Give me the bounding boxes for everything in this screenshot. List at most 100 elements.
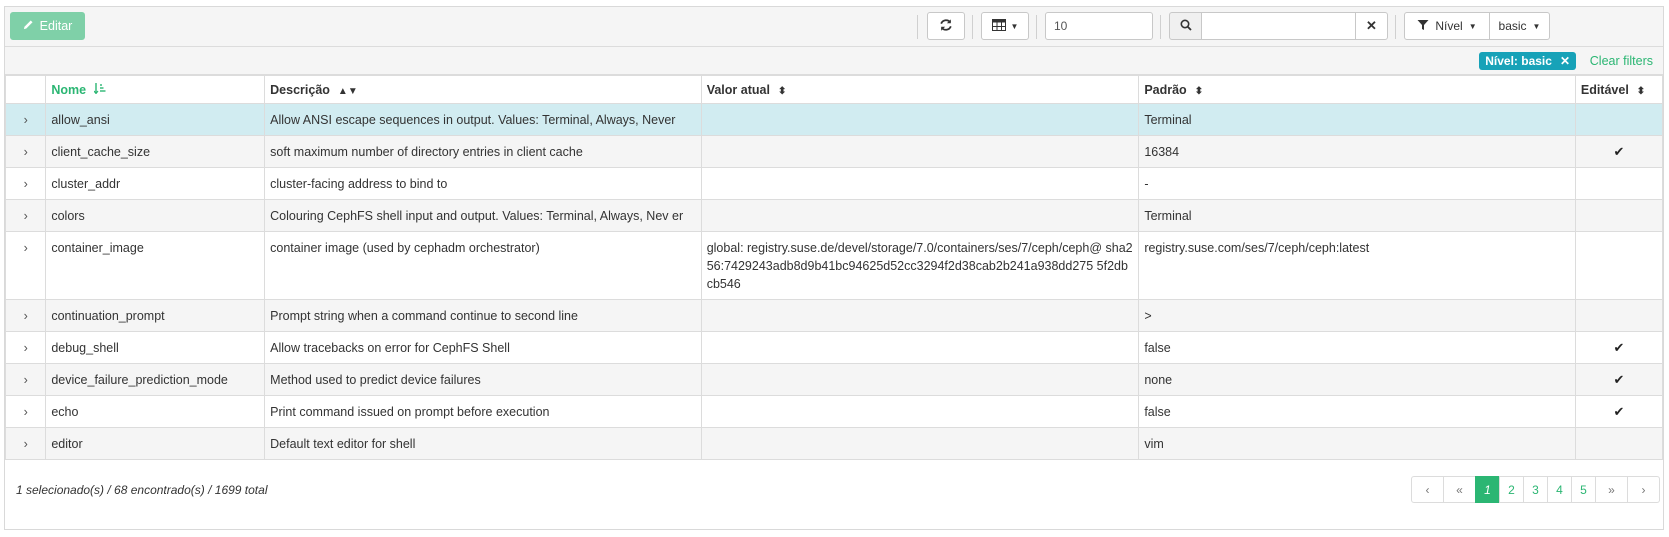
table-row[interactable]: › client_cache_size soft maximum number of…: [4, 135, 1664, 168]
clear-search-button[interactable]: ✕: [1355, 12, 1388, 40]
checkmark-icon: ✔: [1613, 340, 1625, 355]
sort-icon: ▲▼: [337, 85, 358, 97]
filter-value-dropdown[interactable]: basic ▼: [1489, 12, 1550, 40]
expand-row-button[interactable]: ›: [4, 135, 47, 168]
column-header-name[interactable]: Nome: [45, 75, 266, 104]
expand-row-button[interactable]: ›: [4, 331, 47, 364]
cell-default: -: [1138, 167, 1576, 200]
expand-row-button[interactable]: ›: [4, 363, 47, 396]
chevron-right-icon: ›: [1641, 482, 1646, 497]
table-row[interactable]: › container_image container image (used by…: [4, 231, 1664, 300]
cell-editable: ✔: [1574, 363, 1664, 396]
search-icon: [1179, 18, 1192, 34]
page-number: 5: [1580, 482, 1587, 497]
cell-name: device_failure_prediction_mode: [45, 363, 266, 396]
clear-filters-link[interactable]: Clear filters: [1590, 54, 1653, 68]
page-button[interactable]: 3: [1523, 476, 1548, 503]
chevron-right-icon: ›: [23, 437, 28, 451]
checkmark-icon: ✔: [1613, 404, 1625, 419]
table-row[interactable]: › colors Colouring CephFS shell input and …: [4, 199, 1664, 232]
cell-current-value: [700, 395, 1140, 428]
expand-row-button[interactable]: ›: [4, 199, 47, 232]
page-button[interactable]: 2: [1499, 476, 1524, 503]
divider: [972, 15, 973, 39]
chevron-left-icon: ‹: [1425, 482, 1430, 497]
expand-row-button[interactable]: ›: [4, 427, 47, 460]
sort-icon: ⬍: [1194, 85, 1204, 97]
expand-row-button[interactable]: ›: [4, 103, 47, 136]
cell-name: continuation_prompt: [45, 299, 266, 332]
cell-description: container image (used by cephadm orchest…: [264, 231, 702, 300]
edit-button[interactable]: Editar: [10, 12, 85, 40]
cell-default: Terminal: [1138, 103, 1576, 136]
table-row[interactable]: › allow_ansi Allow ANSI escape sequences i…: [4, 103, 1664, 136]
cell-editable: [1574, 199, 1664, 232]
cell-default: registry.suse.com/ses/7/ceph/ceph:latest: [1138, 231, 1576, 300]
chevron-right-icon: ›: [23, 177, 28, 191]
expand-row-button[interactable]: ›: [4, 167, 47, 200]
column-header-editable[interactable]: Editável ⬍: [1574, 75, 1664, 104]
chevron-right-icon: ›: [23, 113, 28, 127]
column-header-label: Descrição: [270, 82, 330, 97]
caret-down-icon: ▼: [1010, 21, 1019, 31]
page-number: 4: [1556, 482, 1563, 497]
table-row[interactable]: › device_failure_prediction_mode Method us…: [4, 363, 1664, 396]
close-icon: ✕: [1366, 18, 1377, 33]
table-row[interactable]: › continuation_prompt Prompt string when a…: [4, 299, 1664, 332]
page-button[interactable]: 5: [1571, 476, 1596, 503]
table-row[interactable]: › editor Default text editor for shell vim: [4, 427, 1664, 460]
table-header-row: Nome Descrição ▲▼ Valor atual ⬍ Padrão ⬍ Ed…: [4, 75, 1664, 104]
table-row[interactable]: › cluster_addr cluster-facing address to b…: [4, 167, 1664, 200]
search-input[interactable]: [1201, 12, 1356, 40]
table-footer: 1 selecionado(s) / 68 encontrado(s) / 16…: [5, 460, 1663, 518]
chevron-right-icon: ›: [23, 373, 28, 387]
chevron-right-icon: ›: [23, 241, 28, 255]
cell-editable: ✔: [1574, 395, 1664, 428]
column-header-current-value[interactable]: Valor atual ⬍: [700, 75, 1140, 104]
cell-description: Method used to predict device failures: [264, 363, 702, 396]
columns-dropdown-button[interactable]: ▼: [981, 12, 1029, 40]
table-row[interactable]: › debug_shell Allow tracebacks on error fo…: [4, 331, 1664, 364]
sort-icon: ⬍: [777, 85, 787, 97]
table-body: › allow_ansi Allow ANSI escape sequences i…: [4, 103, 1664, 460]
refresh-icon: [939, 18, 953, 35]
cell-editable: ✔: [1574, 135, 1664, 168]
chevron-right-icon: ›: [23, 405, 28, 419]
page-button[interactable]: 1: [1475, 476, 1500, 503]
edit-label: Editar: [39, 19, 73, 33]
divider: [1160, 15, 1161, 39]
cell-name: echo: [45, 395, 266, 428]
cell-current-value: [700, 199, 1140, 232]
table-row[interactable]: › echo Print command issued on prompt befo…: [4, 395, 1664, 428]
cell-current-value: global: registry.suse.de/devel/storage/7…: [700, 231, 1140, 300]
refresh-button[interactable]: [927, 12, 965, 40]
expand-row-button[interactable]: ›: [4, 299, 47, 332]
cell-editable: [1574, 167, 1664, 200]
expand-row-button[interactable]: ›: [4, 395, 47, 428]
prev-page-button[interactable]: ‹: [1411, 476, 1444, 503]
column-header-description[interactable]: Descrição ▲▼: [264, 75, 702, 104]
page-size-input[interactable]: [1045, 12, 1153, 40]
chevron-right-icon: ›: [23, 309, 28, 323]
column-header-label: Padrão: [1144, 82, 1187, 97]
cell-editable: ✔: [1574, 331, 1664, 364]
expand-row-button[interactable]: ›: [4, 231, 47, 300]
filter-field-dropdown[interactable]: Nível ▼: [1404, 12, 1490, 40]
filter-icon: [1417, 19, 1429, 34]
table-icon: [991, 18, 1006, 34]
last-page-button[interactable]: »: [1595, 476, 1628, 503]
divider: [1395, 15, 1396, 39]
settings-table: Nome Descrição ▲▼ Valor atual ⬍ Padrão ⬍ Ed…: [4, 75, 1664, 460]
double-chevron-right-icon: »: [1608, 482, 1615, 497]
column-header-default[interactable]: Padrão ⬍: [1138, 75, 1576, 104]
cell-name: debug_shell: [45, 331, 266, 364]
page-number: 1: [1484, 482, 1491, 497]
next-page-button[interactable]: ›: [1627, 476, 1660, 503]
filter-badge: Nível: basic ✕: [1479, 52, 1576, 70]
remove-filter-icon[interactable]: ✕: [1560, 54, 1570, 68]
cell-description: Prompt string when a command continue to…: [264, 299, 702, 332]
chevron-right-icon: ›: [23, 341, 28, 355]
chevron-right-icon: ›: [23, 209, 28, 223]
page-button[interactable]: 4: [1547, 476, 1572, 503]
first-page-button[interactable]: «: [1443, 476, 1476, 503]
